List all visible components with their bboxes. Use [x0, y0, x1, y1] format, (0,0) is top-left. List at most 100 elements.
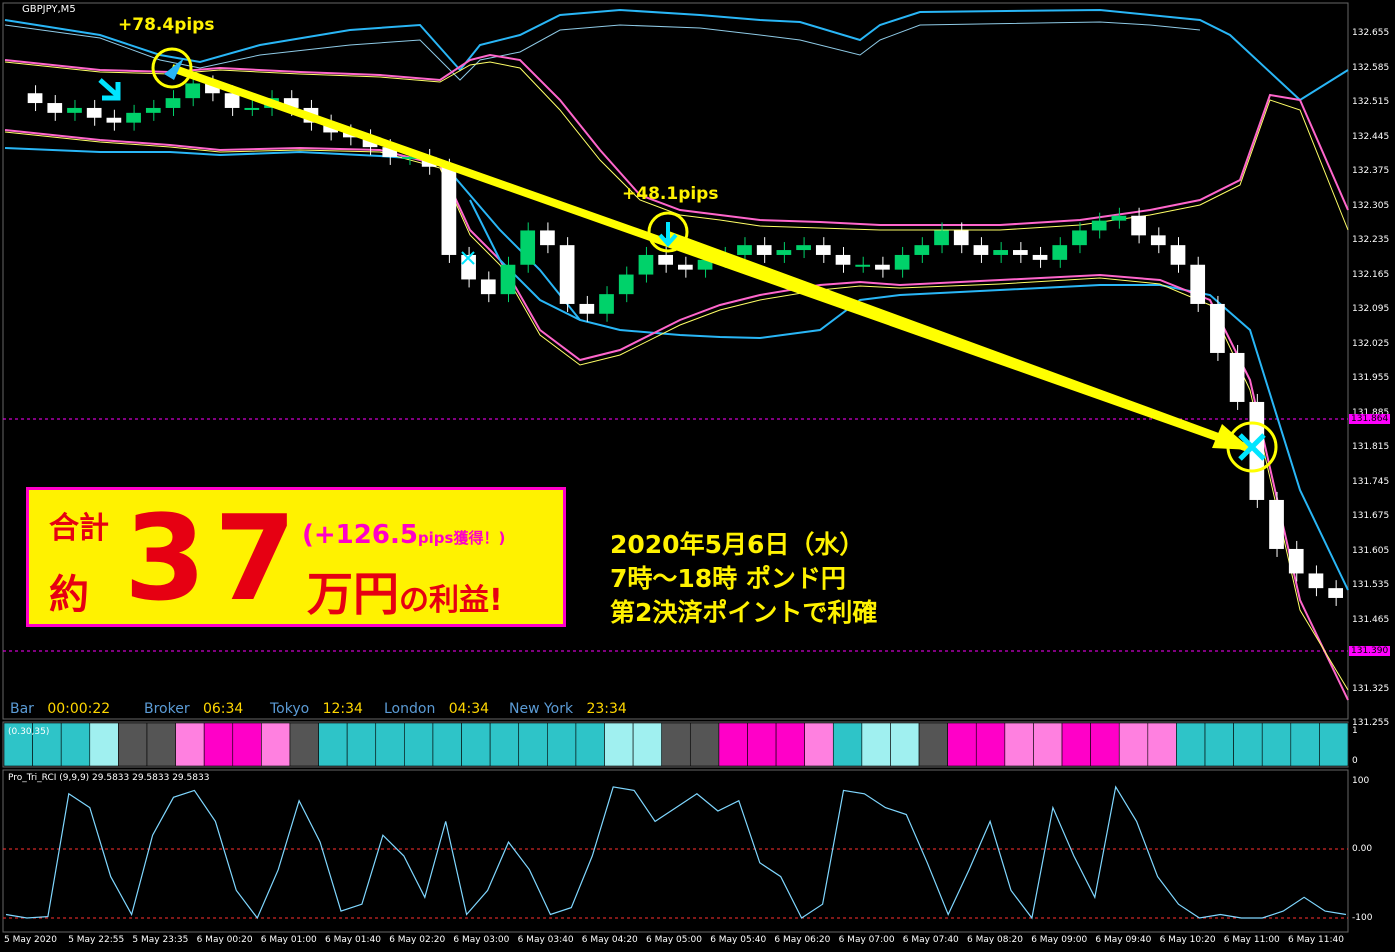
regime-stripe [1118, 722, 1149, 767]
candle-body [106, 117, 122, 123]
regime-stripe [1204, 722, 1234, 767]
candle-body [855, 264, 871, 267]
promo-yen: 万円の利益! [307, 558, 503, 624]
regime-stripe [547, 722, 577, 767]
indicator2-axis-top: 100 [1352, 776, 1370, 786]
indicator2-axis-mid: 0.00 [1352, 844, 1373, 854]
candle-body [934, 230, 949, 246]
tokyo-clock: Tokyo 12:34 [270, 701, 363, 717]
candle-body [1229, 352, 1245, 402]
candle-body [1190, 264, 1206, 304]
price-tick: 132.515 [1352, 97, 1390, 107]
candle-body [953, 230, 969, 246]
time-tick: 6 May 01:00 [260, 935, 317, 945]
candle-body [1072, 230, 1087, 246]
time-tick: 6 May 09:40 [1095, 935, 1152, 945]
time-tick: 6 May 07:00 [838, 935, 895, 945]
candle-body [973, 245, 989, 255]
candle-body [1269, 499, 1284, 549]
candle-body [618, 274, 634, 295]
candle-body [815, 245, 831, 255]
candle-body [86, 107, 102, 118]
regime-stripe [175, 722, 205, 767]
price-tick: 131.745 [1352, 476, 1390, 487]
info-note: 第2決済ポイントで利確 [610, 598, 878, 627]
regime-stripe [689, 722, 720, 767]
regime-stripe [1090, 722, 1120, 767]
price-tick: 131.955 [1352, 373, 1390, 383]
candle-body [1288, 548, 1304, 574]
regime-stripe [861, 722, 891, 767]
regime-stripe [60, 722, 91, 767]
candle-body [559, 245, 575, 304]
time-tick: 6 May 03:00 [453, 935, 510, 945]
candle-body [638, 254, 654, 275]
candle-body [579, 303, 595, 314]
trade-info: 2020年5月6日（水） 7時～18時 ポンド円 第2決済ポイントで利確 [610, 528, 877, 630]
candle-body [1032, 254, 1048, 260]
tokyo-label: Tokyo [270, 701, 310, 717]
indicator1-label: (0.30,35) [8, 727, 50, 737]
regime-stripe [1319, 722, 1349, 767]
candle-body [835, 254, 851, 265]
regime-stripe [718, 722, 748, 767]
regime-stripe [804, 722, 834, 767]
broker-clock: Broker 06:34 [144, 701, 243, 717]
regime-stripe [661, 722, 691, 767]
candle-body [480, 279, 496, 295]
indicator2-label: Pro_Tri_RCI (9,9,9) 29.5833 29.5833 29.5… [8, 773, 210, 783]
candle-body [776, 250, 792, 255]
indicator2-axis-bottom: -100 [1352, 913, 1373, 923]
candle-body [244, 107, 260, 110]
price-tick: 132.585 [1352, 62, 1390, 73]
time-tick: 6 May 11:40 [1288, 935, 1344, 945]
promo-yen-unit: 万円 [307, 567, 399, 621]
candle-body [47, 103, 63, 113]
regime-stripe [261, 722, 291, 767]
time-tick: 6 May 04:20 [581, 935, 638, 945]
info-date: 2020年5月6日（水） [610, 530, 865, 559]
price-tick: 132.095 [1352, 304, 1390, 314]
ny-label: New York [509, 701, 574, 717]
info-time: 7時～18時 ポンド円 [610, 564, 846, 593]
candle-body [126, 112, 141, 123]
candle-body [678, 264, 693, 270]
candle-body [185, 83, 201, 99]
regime-stripe [1061, 722, 1091, 767]
london-time: 04:34 [448, 701, 490, 717]
regime-stripe [318, 722, 348, 767]
ny-time: 23:34 [586, 701, 627, 717]
regime-stripe [346, 722, 377, 767]
candle-body [1131, 215, 1146, 236]
candle-body [796, 245, 811, 251]
price-tick: 132.165 [1352, 269, 1390, 280]
regime-stripe [232, 722, 262, 767]
time-tick: 6 May 00:20 [196, 935, 253, 945]
regime-stripe [89, 722, 119, 767]
candle-body [658, 254, 673, 265]
candle-body [1013, 250, 1028, 255]
price-tag-lower: 131.390 [1349, 646, 1391, 656]
regime-stripe [1233, 722, 1263, 767]
price-tick: 132.375 [1352, 166, 1390, 176]
candle-body [145, 107, 161, 113]
regime-stripe [489, 722, 520, 767]
time-tick: 6 May 11:00 [1223, 935, 1280, 945]
chart-canvas [2, 2, 1349, 933]
time-tick: 6 May 05:40 [710, 935, 767, 945]
indicator2-frame [2, 769, 1349, 933]
indicator1-axis-bottom: 0 [1352, 756, 1358, 766]
candle-body [1111, 215, 1127, 221]
regime-stripe [1033, 722, 1063, 767]
indicator1-axis-top: 1 [1352, 726, 1358, 736]
regime-stripe [1176, 722, 1206, 767]
candle-body [1308, 573, 1324, 589]
london-clock: London 04:34 [384, 701, 489, 717]
promo-pips-value: (+126.5 [302, 520, 418, 550]
candle-body [1052, 245, 1068, 260]
candle-body [894, 254, 910, 270]
promo-yen-suffix: の利益! [399, 583, 503, 618]
candle-body [67, 107, 82, 113]
candle-body [520, 230, 536, 265]
candle-body [1210, 303, 1225, 353]
